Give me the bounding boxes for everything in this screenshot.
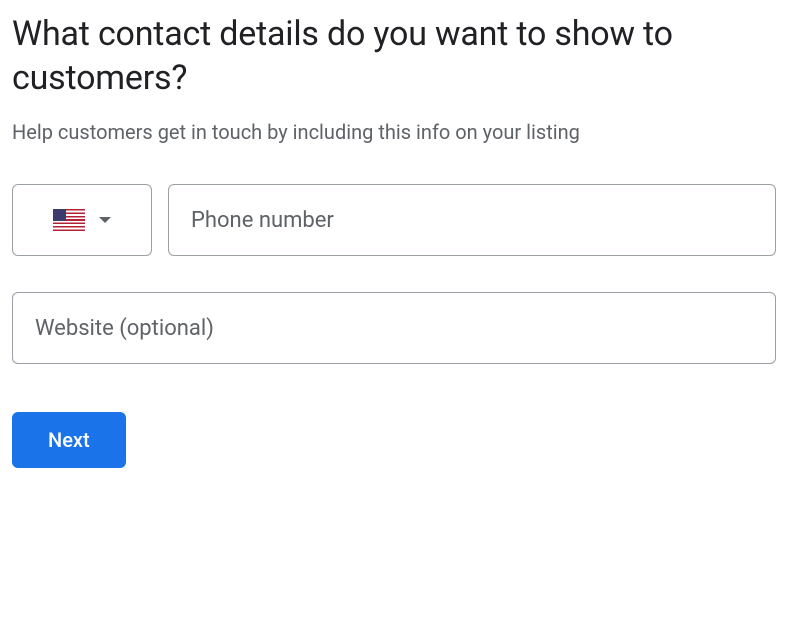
next-button[interactable]: Next [12,412,126,468]
website-input[interactable] [12,292,776,364]
us-flag-icon [53,209,85,231]
page-subtext: Help customers get in touch by including… [12,120,776,144]
phone-number-input[interactable] [168,184,776,256]
phone-row [12,184,776,256]
page-heading: What contact details do you want to show… [12,12,776,100]
country-code-selector[interactable] [12,184,152,256]
chevron-down-icon [99,217,111,223]
